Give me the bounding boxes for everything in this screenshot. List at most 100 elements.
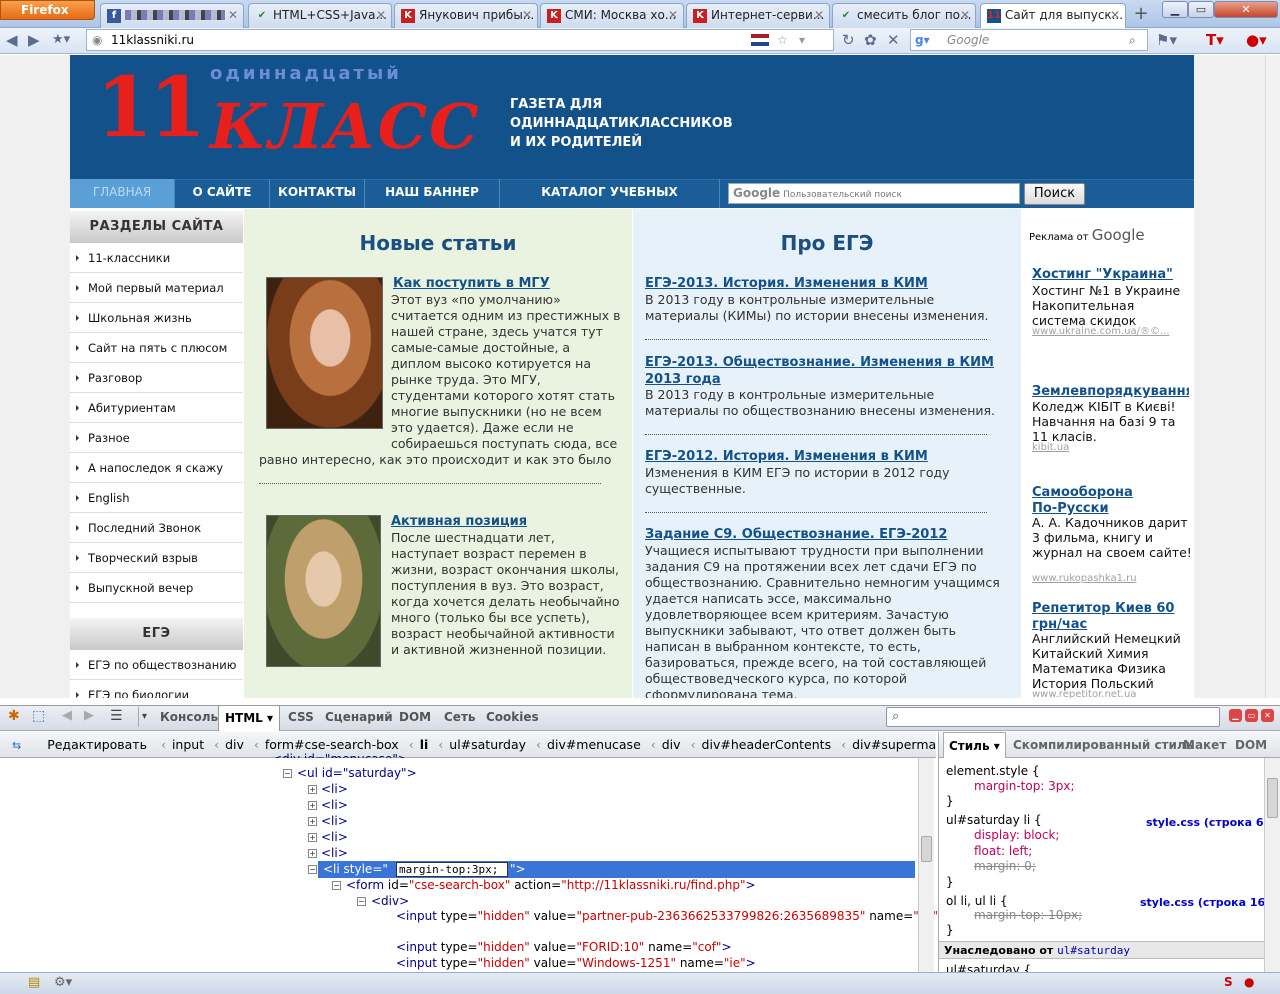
tab-html[interactable]: HTML ▾ bbox=[218, 705, 281, 731]
status-red-icon[interactable]: ● bbox=[1244, 975, 1254, 989]
ad-url[interactable]: www.rukopashka1.ru bbox=[1032, 573, 1137, 584]
code-line-input[interactable]: <input type="hidden" value="Windows-1251… bbox=[396, 955, 756, 971]
code-line-li[interactable]: <li> bbox=[321, 781, 348, 797]
css-property[interactable]: float: left; bbox=[974, 844, 1032, 859]
maximize-icon[interactable]: ▭ bbox=[1188, 1, 1214, 18]
breadcrumb[interactable]: div#menucase bbox=[547, 737, 641, 752]
close-window-icon[interactable]: ✕ bbox=[1214, 1, 1278, 18]
article-link[interactable]: Как поступить в МГУ bbox=[393, 276, 550, 291]
breadcrumb-left-icon[interactable]: ⇆ bbox=[12, 739, 21, 752]
close-tab-icon[interactable]: ✕ bbox=[814, 4, 824, 26]
forward-arrow-icon[interactable]: ▶ bbox=[84, 708, 94, 723]
dropdown-icon[interactable]: ▾ bbox=[799, 30, 805, 50]
ad-title[interactable]: Землевпорядкування bbox=[1032, 384, 1189, 400]
code-line-input[interactable]: <input type="hidden" value="partner-pub-… bbox=[396, 909, 948, 924]
breadcrumb-selected[interactable]: li bbox=[420, 737, 429, 752]
breadcrumb[interactable]: form#cse-search-box bbox=[265, 737, 399, 752]
ad-url[interactable]: www.ukraine.com.ua/®©... bbox=[1032, 326, 1170, 337]
collapse-icon[interactable]: − bbox=[283, 769, 292, 778]
minimize-panel-icon[interactable]: ▁ bbox=[1229, 709, 1242, 722]
expand-icon[interactable]: + bbox=[308, 801, 317, 810]
tab-2[interactable]: ✔ HTML+CSS+Java... ✕ bbox=[248, 3, 392, 28]
new-tab-button[interactable]: + bbox=[1128, 4, 1154, 26]
article-photo[interactable] bbox=[266, 515, 381, 667]
bookmark-star-icon[interactable]: ★▾ bbox=[52, 30, 70, 50]
site-search-input[interactable]: Google Пользовательский поиск bbox=[728, 183, 1020, 204]
menu-item-about[interactable]: О САЙТЕ bbox=[175, 179, 270, 208]
close-tab-icon[interactable]: ✕ bbox=[228, 4, 238, 26]
tab-4[interactable]: K СМИ: Москва хо... ✕ bbox=[540, 3, 684, 28]
page-scrollbar[interactable] bbox=[1265, 55, 1280, 698]
close-tab-icon[interactable]: ✕ bbox=[1110, 4, 1120, 26]
style-scrollbar[interactable] bbox=[1264, 758, 1280, 972]
css-source-link[interactable]: style.css (строка 168) bbox=[1140, 896, 1278, 909]
addon-icon[interactable]: ✿ bbox=[864, 30, 877, 50]
tab-layout[interactable]: Макет bbox=[1183, 732, 1226, 758]
menu-item-contacts[interactable]: КОНТАКТЫ bbox=[270, 179, 365, 208]
back-arrow-icon[interactable]: ◀ bbox=[62, 708, 72, 723]
sidebar-item[interactable]: Последний Звонок bbox=[70, 513, 243, 543]
css-source-link[interactable]: style.css (строка 67) bbox=[1146, 816, 1276, 829]
tab-net[interactable]: Сеть bbox=[444, 705, 476, 731]
html-scrollbar[interactable] bbox=[918, 758, 934, 972]
tab-script[interactable]: Сценарий bbox=[325, 705, 393, 731]
tab-3[interactable]: K Янукович прибы... ✕ bbox=[394, 3, 538, 28]
tab-6[interactable]: ✔ смесить блог по... ✕ bbox=[832, 3, 976, 28]
edit-button[interactable]: Редактировать bbox=[43, 735, 151, 754]
collapse-icon[interactable]: − bbox=[308, 865, 317, 874]
search-bar[interactable]: g▾ Google ⌕ bbox=[910, 29, 1148, 51]
addon-bar-icon[interactable]: ▤ bbox=[28, 975, 40, 990]
sidebar-item[interactable]: Сайт на пять с плюсом bbox=[70, 333, 243, 363]
logo-number[interactable]: 11 bbox=[96, 58, 206, 158]
tab-console[interactable]: Консоль bbox=[160, 705, 218, 731]
sidebar-item[interactable]: ЕГЭ по обществознанию bbox=[70, 650, 243, 680]
sidebar-item[interactable]: Творческий взрыв bbox=[70, 543, 243, 573]
ad-title[interactable]: Репетитор Киев 60 грн/час bbox=[1032, 601, 1182, 633]
back-icon[interactable]: ◀ bbox=[6, 30, 18, 50]
sidebar-item[interactable]: Разговор bbox=[70, 363, 243, 393]
css-selector[interactable]: ul#saturday li { bbox=[946, 813, 1042, 828]
close-tab-icon[interactable]: ✕ bbox=[960, 4, 970, 26]
sidebar-item[interactable]: English bbox=[70, 483, 243, 513]
sidebar-item[interactable]: Выпускной вечер bbox=[70, 573, 243, 603]
css-property[interactable]: margin-top: 3px; bbox=[974, 779, 1075, 794]
search-icon[interactable]: ⌕ bbox=[1129, 30, 1136, 50]
css-property-overridden[interactable]: margin-top: 10px; bbox=[974, 908, 1082, 923]
ad-url[interactable]: kibit.ua bbox=[1032, 442, 1069, 453]
tab-style[interactable]: Стиль ▾ bbox=[943, 732, 1006, 758]
settings-icon[interactable]: ⚙▾ bbox=[54, 975, 72, 990]
inspect-icon[interactable]: ⬚ bbox=[32, 708, 45, 724]
css-property[interactable]: display: block; bbox=[974, 828, 1059, 843]
detach-panel-icon[interactable]: ▭ bbox=[1245, 709, 1258, 722]
tab-computed[interactable]: Скомпилированный стиль bbox=[1013, 732, 1193, 758]
sidebar-item[interactable]: Мой первый материал bbox=[70, 273, 243, 303]
breadcrumb[interactable]: div bbox=[662, 737, 681, 752]
breadcrumb[interactable]: div#headerContents bbox=[702, 737, 832, 752]
code-line-div[interactable]: <div> bbox=[371, 893, 409, 909]
code-line-li[interactable]: <li> bbox=[321, 829, 348, 845]
collapse-icon[interactable]: − bbox=[332, 881, 341, 890]
sidebar-item[interactable]: Разное bbox=[70, 423, 243, 453]
tab-cookies[interactable]: Cookies bbox=[486, 705, 539, 731]
code-line-input[interactable]: <input type="hidden" value="FORID:10" na… bbox=[396, 939, 732, 955]
addon-red-icon[interactable]: ●▾ bbox=[1246, 30, 1267, 50]
tab-1[interactable]: f ✕ bbox=[100, 3, 244, 28]
expand-icon[interactable]: + bbox=[308, 833, 317, 842]
close-tab-icon[interactable]: ✕ bbox=[376, 4, 386, 26]
sidebar-item[interactable]: А напоследок я скажу bbox=[70, 453, 243, 483]
close-tab-icon[interactable]: ✕ bbox=[522, 4, 532, 26]
css-property-overridden[interactable]: margin: 0; bbox=[974, 859, 1036, 874]
expand-icon[interactable]: + bbox=[308, 849, 317, 858]
firebug-bug-icon[interactable]: ✱ bbox=[8, 708, 20, 724]
collapse-icon[interactable]: − bbox=[357, 897, 366, 906]
site-search-button[interactable]: Поиск bbox=[1024, 183, 1085, 205]
attribute-edit-input[interactable]: margin-top:3px; bbox=[396, 862, 508, 877]
menu-item-catalog[interactable]: КАТАЛОГ УЧЕБНЫХ ЗАВЕДЕНИЙ bbox=[500, 179, 720, 226]
css-selector[interactable]: element.style { bbox=[946, 764, 1040, 779]
sidebar-item[interactable]: Школьная жизнь bbox=[70, 303, 243, 333]
panel-menu-dropdown-icon[interactable]: ▾ bbox=[138, 707, 147, 727]
stop-icon[interactable]: ✕ bbox=[887, 30, 900, 50]
minimize-icon[interactable]: ▁ bbox=[1162, 1, 1188, 18]
logo-word[interactable]: КЛАСС bbox=[210, 92, 480, 162]
expand-icon[interactable]: + bbox=[308, 785, 317, 794]
